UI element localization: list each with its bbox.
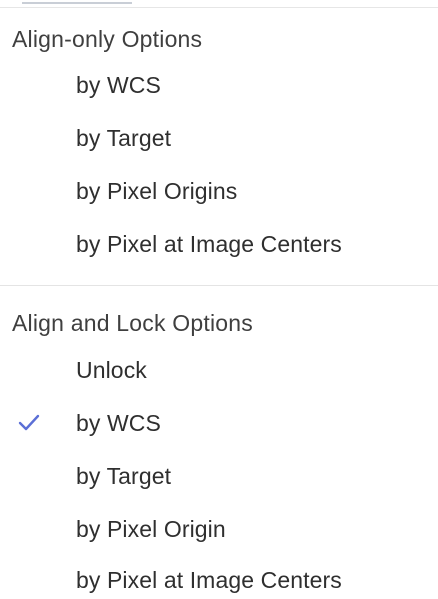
menu-item-label: by Target xyxy=(76,463,172,489)
align-lock-item-by-pixel-at-image-centers[interactable]: by Pixel at Image Centers xyxy=(0,555,438,599)
align-only-item-by-pixel-origins[interactable]: by Pixel Origins xyxy=(0,166,438,216)
menu-item-label: by Pixel at Image Centers xyxy=(76,231,342,257)
align-only-item-by-pixel-at-image-centers[interactable]: by Pixel at Image Centers xyxy=(0,219,438,269)
align-only-item-by-wcs[interactable]: by WCS xyxy=(0,60,438,110)
menu-item-label: by Target xyxy=(76,125,172,151)
section-divider xyxy=(0,285,438,286)
menu-item-label: by Pixel at Image Centers xyxy=(76,567,342,593)
align-options-menu: Align-only Options by WCS by Target by P… xyxy=(0,0,438,599)
checkmark-icon xyxy=(18,414,40,431)
menu-item-label: Unlock xyxy=(76,357,147,383)
align-only-item-by-target[interactable]: by Target xyxy=(0,113,438,163)
align-lock-item-by-target[interactable]: by Target xyxy=(0,451,438,501)
menu-item-label: by Pixel Origin xyxy=(76,516,226,542)
menu-item-label: by Pixel Origins xyxy=(76,178,238,204)
align-lock-header: Align and Lock Options xyxy=(12,310,253,336)
menu-item-label: by WCS xyxy=(76,410,161,436)
align-lock-item-by-pixel-origin[interactable]: by Pixel Origin xyxy=(0,504,438,554)
align-lock-item-unlock[interactable]: Unlock xyxy=(0,345,438,395)
menu-item-label: by WCS xyxy=(76,72,161,98)
menu-top-nub xyxy=(22,0,132,4)
align-only-header: Align-only Options xyxy=(12,26,203,52)
align-lock-item-by-wcs[interactable]: by WCS xyxy=(0,398,438,448)
menu-top-edge xyxy=(0,0,438,8)
